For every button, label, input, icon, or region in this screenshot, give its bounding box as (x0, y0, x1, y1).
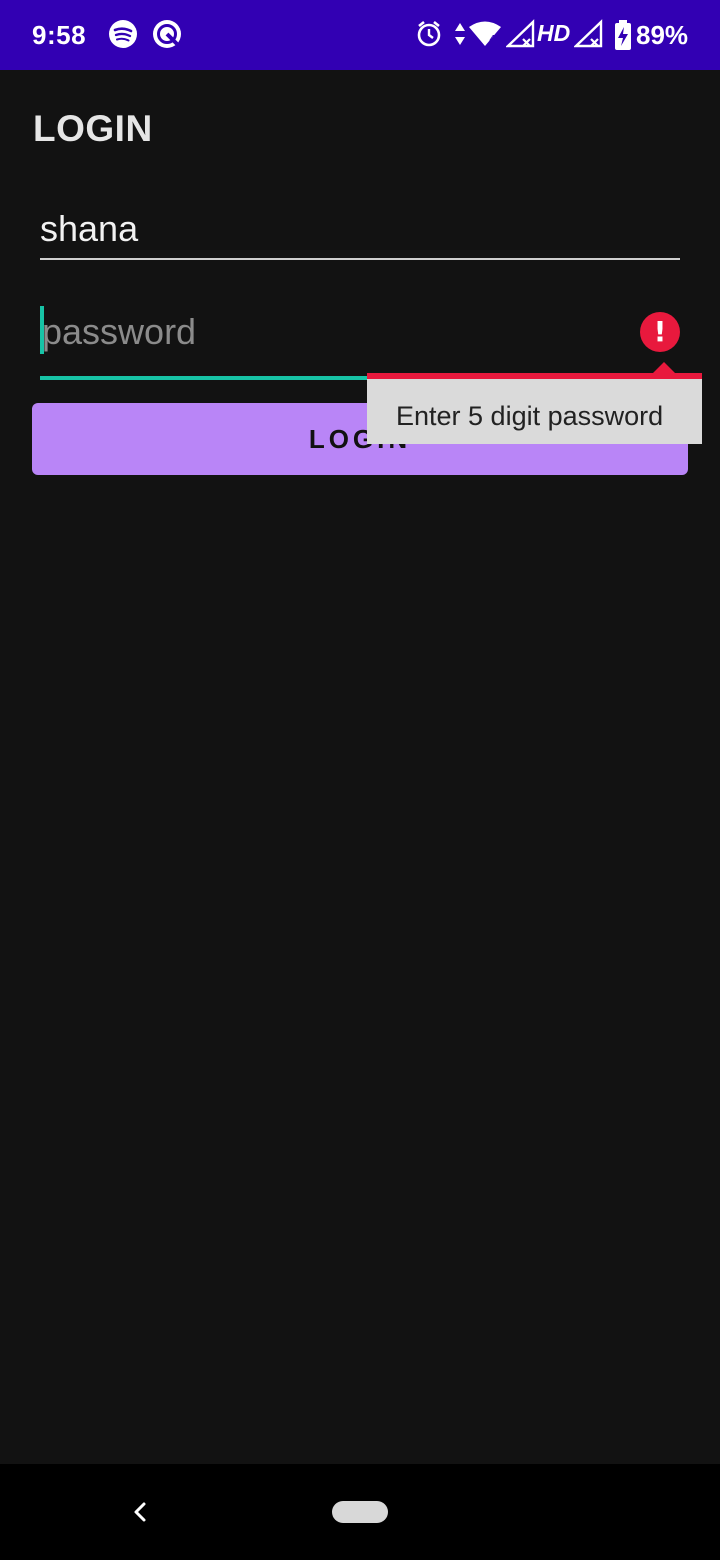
battery-percentage: 89% (636, 20, 689, 50)
pocket-casts-icon (153, 20, 181, 48)
hd-voice-label: HD (537, 20, 571, 46)
svg-text:4: 4 (489, 33, 496, 46)
username-field[interactable]: shana (40, 200, 680, 260)
navigation-bar (0, 1464, 720, 1560)
tooltip-arrow (653, 362, 675, 373)
error-exclamation-icon[interactable]: ! (640, 312, 680, 352)
password-field[interactable]: ! (40, 300, 680, 380)
data-arrows-icon (455, 23, 465, 45)
status-time: 9:58 (32, 20, 87, 50)
signal-no-service-icon (574, 19, 603, 48)
wifi-icon: 4 (469, 21, 501, 46)
username-value: shana (40, 208, 139, 249)
battery-charging-icon (615, 20, 631, 50)
alarm-icon (417, 20, 441, 47)
spotify-icon (109, 20, 137, 48)
error-tooltip: Enter 5 digit password (367, 373, 702, 444)
status-bar: 9:58 4 HD 89% (0, 0, 720, 70)
home-pill-icon[interactable] (332, 1501, 388, 1523)
page-title: LOGIN (33, 108, 153, 149)
error-message: Enter 5 digit password (396, 401, 664, 431)
back-icon[interactable] (128, 1494, 150, 1530)
password-input[interactable] (42, 308, 602, 356)
signal-icon (506, 19, 535, 48)
